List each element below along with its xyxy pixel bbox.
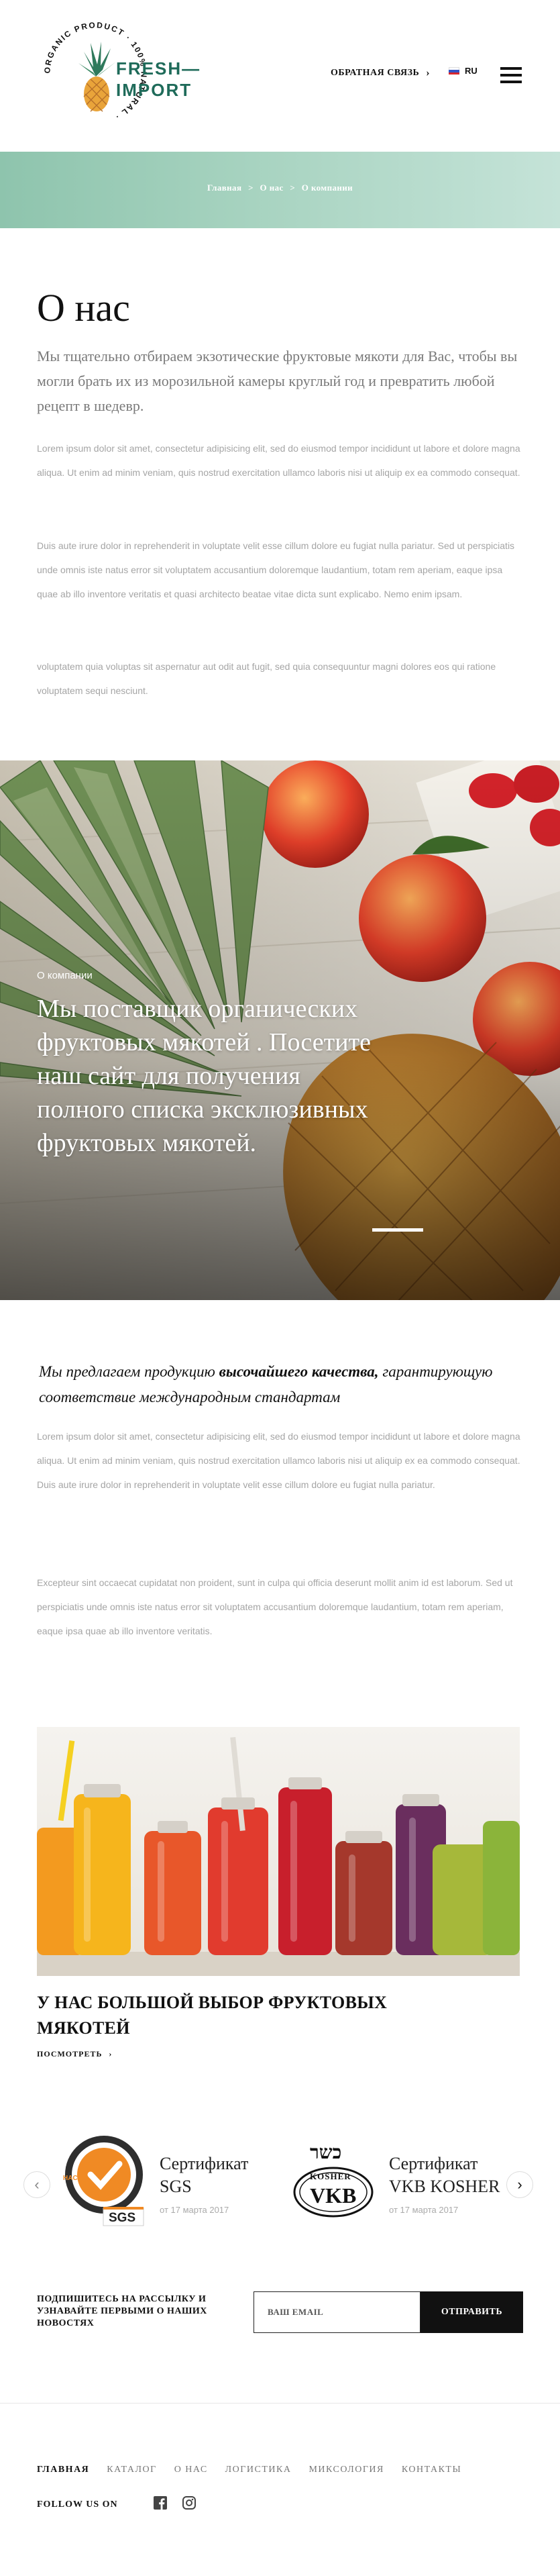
svg-text:כשר: כשר bbox=[310, 2141, 341, 2163]
facebook-icon[interactable] bbox=[153, 2495, 168, 2510]
feedback-label: ОБРАТНАЯ СВЯЗЬ bbox=[331, 68, 420, 78]
language-switcher[interactable]: RU bbox=[449, 66, 478, 76]
breadcrumb-current: О компании bbox=[301, 183, 353, 193]
hero-label: О компании bbox=[37, 970, 93, 981]
kosher-certificate-logo: כשר KOSHER VKB bbox=[293, 2141, 374, 2218]
footer-nav-contacts[interactable]: КОНТАКТЫ bbox=[402, 2465, 461, 2475]
breadcrumb: Главная > О нас > О компании bbox=[0, 183, 560, 193]
feedback-link[interactable]: ОБРАТНАЯ СВЯЗЬ › bbox=[331, 67, 430, 79]
chevron-right-icon: › bbox=[426, 67, 431, 79]
site-logo[interactable]: ORGANIC PRODUCT · 100% NATURAL · FRESH— … bbox=[37, 15, 211, 132]
breadcrumb-separator: > bbox=[248, 183, 254, 193]
footer-nav-mixology[interactable]: МИКСОЛОГИЯ bbox=[309, 2465, 384, 2475]
quality-title-part1: Мы предлагаем продукцию bbox=[39, 1363, 219, 1380]
chevron-right-icon: › bbox=[109, 2049, 113, 2059]
footer-nav-home[interactable]: ГЛАВНАЯ bbox=[37, 2465, 89, 2475]
russia-flag-icon bbox=[449, 67, 459, 75]
about-paragraph: Lorem ipsum dolor sit amet, consectetur … bbox=[37, 443, 520, 478]
quality-title: Мы предлагаем продукцию высочайшего каче… bbox=[39, 1359, 522, 1410]
quality-paragraph: Excepteur sint occaecat cupidatat non pr… bbox=[37, 1577, 513, 1636]
footer-nav: ГЛАВНАЯ КАТАЛОГ О НАС ЛОГИСТИКА МИКСОЛОГ… bbox=[37, 2465, 461, 2475]
about-lead: Мы тщательно отбираем экзотические фрукт… bbox=[37, 348, 518, 414]
product-more-label: ПОСМОТРЕТЬ bbox=[37, 2049, 103, 2059]
footer-nav-about[interactable]: О НАС bbox=[174, 2465, 208, 2475]
breadcrumb-band: Главная > О нас > О компании bbox=[0, 152, 560, 228]
logo-import-text: IMPORT bbox=[116, 80, 192, 100]
sgs-certificate-logo: HACCP SGS bbox=[63, 2136, 144, 2226]
quality-title-bold: высочайшего качества, bbox=[219, 1363, 379, 1380]
hero-text: Мы поставщик органических фруктовых мяко… bbox=[37, 995, 372, 1157]
product-more-link[interactable]: ПОСМОТРЕТЬ › bbox=[37, 2049, 112, 2059]
page-title: О нас bbox=[37, 286, 130, 330]
breadcrumb-separator: > bbox=[290, 183, 296, 193]
svg-text:HACCP: HACCP bbox=[63, 2175, 87, 2182]
quality-paragraph: Lorem ipsum dolor sit amet, consectetur … bbox=[37, 1431, 520, 1490]
certificate-title[interactable]: Сертификат VKB KOSHER bbox=[389, 2152, 510, 2198]
certificates-prev-button[interactable]: ‹ bbox=[23, 2171, 50, 2198]
about-paragraph: Duis aute irure dolor in reprehenderit i… bbox=[37, 540, 515, 599]
slider-indicator[interactable] bbox=[372, 1228, 423, 1232]
instagram-icon[interactable] bbox=[182, 2495, 197, 2510]
svg-text:KOSHER: KOSHER bbox=[310, 2171, 351, 2181]
svg-text:VKB: VKB bbox=[310, 2183, 356, 2208]
email-field[interactable] bbox=[254, 2291, 421, 2333]
breadcrumb-about[interactable]: О нас bbox=[260, 183, 284, 193]
footer-divider bbox=[0, 2403, 560, 2404]
footer-nav-logistics[interactable]: ЛОГИСТИКА bbox=[225, 2465, 292, 2475]
menu-burger-icon[interactable] bbox=[500, 67, 522, 83]
smoothie-bottles-photo bbox=[37, 1727, 520, 1976]
about-paragraph: voluptatem quia voluptas sit aspernatur … bbox=[37, 661, 496, 696]
svg-text:SGS: SGS bbox=[109, 2211, 135, 2225]
certificate-title[interactable]: Сертификат SGS bbox=[160, 2152, 267, 2198]
logo-fresh-text: FRESH— bbox=[116, 58, 201, 79]
breadcrumb-home[interactable]: Главная bbox=[207, 183, 241, 193]
certificate-date: от 17 марта 2017 bbox=[160, 2205, 229, 2215]
language-label: RU bbox=[465, 66, 478, 76]
subscribe-button[interactable]: ОТПРАВИТЬ bbox=[421, 2291, 523, 2333]
site-header: ORGANIC PRODUCT · 100% NATURAL · FRESH— … bbox=[0, 0, 560, 152]
product-title[interactable]: У НАС БОЛЬШОЙ ВЫБОР ФРУКТОВЫХ МЯКОТЕЙ bbox=[37, 1990, 399, 2041]
follow-us-label: FOLLOW US ON bbox=[37, 2499, 118, 2510]
certificates-next-button[interactable]: › bbox=[506, 2171, 533, 2198]
footer-nav-catalog[interactable]: КАТАЛОГ bbox=[107, 2465, 156, 2475]
certificate-date: от 17 марта 2017 bbox=[389, 2205, 459, 2215]
subscribe-text: ПОДПИШИТЕСЬ НА РАССЫЛКУ И УЗНАВАЙТЕ ПЕРВ… bbox=[37, 2294, 207, 2328]
hero-banner: О компании Мы поставщик органических фру… bbox=[0, 760, 560, 1300]
product-image[interactable] bbox=[37, 1727, 520, 1976]
